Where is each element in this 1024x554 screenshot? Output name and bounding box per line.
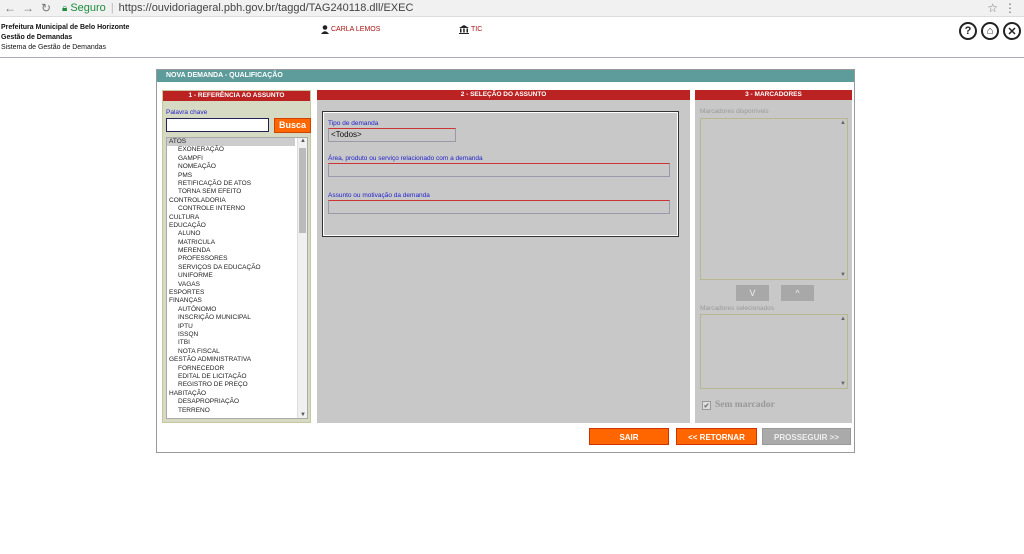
subject-selection-panel-title: 2 - SELEÇÃO DO ASSUNTO (317, 90, 690, 100)
back-button[interactable]: << RETORNAR (676, 428, 757, 445)
list-scroll-down-icon[interactable]: ▼ (840, 381, 846, 387)
tree-scroll-thumb[interactable] (299, 148, 306, 233)
search-button[interactable]: Busca (274, 118, 311, 133)
keyword-label: Palavra chave (166, 109, 208, 116)
forward-arrow-icon[interactable]: → (20, 1, 36, 15)
tree-scrollbar[interactable]: ▲ ▼ (297, 138, 307, 418)
unit-info[interactable]: TIC (459, 25, 482, 34)
selected-markers-list[interactable]: ▲ ▼ (700, 314, 848, 389)
area-label: Área, produto ou serviço relacionado com… (328, 155, 483, 162)
back-arrow-icon[interactable]: ← (2, 1, 18, 15)
add-marker-button[interactable]: V (736, 285, 769, 301)
tree-category-item[interactable]: CULTURA (167, 214, 307, 222)
tree-child-item[interactable]: EXONERAÇÃO (167, 146, 307, 154)
tree-category-item[interactable]: GESTÃO ADMINISTRATIVA (167, 356, 307, 364)
scroll-down-arrow-icon[interactable]: ▼ (298, 412, 307, 418)
tree-child-item[interactable]: AUTÔNOMO (167, 306, 307, 314)
tree-child-item[interactable]: DESAPROPRIAÇÃO (167, 398, 307, 406)
building-icon (459, 25, 469, 34)
browser-toolbar: ← → ↻ 🔒︎ Seguro | https://ouvidoriageral… (0, 0, 1024, 17)
user-name: CARLA LEMOS (331, 26, 381, 33)
available-markers-label: Marcadores disponíveis (700, 108, 769, 115)
markers-panel: 3 - MARCADORES Marcadores disponíveis ▲ … (695, 90, 852, 423)
subject-selection-panel: 2 - SELEÇÃO DO ASSUNTO Tipo de demanda <… (317, 90, 690, 423)
user-info[interactable]: CARLA LEMOS (321, 25, 380, 34)
demand-type-select[interactable]: <Todos> (328, 128, 456, 142)
tree-category-item[interactable]: EDUCAÇÃO (167, 222, 307, 230)
tree-child-item[interactable]: RETIFICAÇÃO DE ATOS (167, 180, 307, 188)
tree-child-item[interactable]: CONTROLE INTERNO (167, 205, 307, 213)
list-scroll-up-icon[interactable]: ▲ (840, 316, 846, 322)
keyword-input[interactable] (166, 118, 269, 132)
tree-category-item[interactable]: HABITAÇÃO (167, 390, 307, 398)
frame-title: NOVA DEMANDA - QUALIFICAÇÃO (157, 70, 854, 82)
reference-panel: 1 - REFERÊNCIA AO ASSUNTO Palavra chave … (162, 90, 311, 423)
tree-category-item[interactable]: FINANÇAS (167, 297, 307, 305)
url-separator: | (110, 2, 114, 14)
no-marker-label: Sem marcador (715, 400, 775, 410)
tree-child-item[interactable]: TERRENO (167, 407, 307, 415)
tree-child-item[interactable]: FORNECEDOR (167, 365, 307, 373)
list-scroll-up-icon[interactable]: ▲ (840, 120, 846, 126)
no-marker-option[interactable]: ✔ Sem marcador (702, 400, 775, 410)
bookmark-star-icon[interactable]: ☆ (987, 1, 998, 15)
header-actions: ? ⌂ ✕ (959, 22, 1021, 40)
tree-child-item[interactable]: EDITAL DE LICITAÇÃO (167, 373, 307, 381)
tree-child-item[interactable]: PMS (167, 172, 307, 180)
subject-selection-box: Tipo de demanda <Todos> Área, produto ou… (322, 111, 679, 237)
proceed-button[interactable]: PROSSEGUIR >> (762, 428, 851, 445)
app-name: Gestão de Demandas (1, 34, 73, 41)
tree-child-item[interactable]: REGISTRO DE PREÇO (167, 381, 307, 389)
tree-category-item[interactable]: ESPORTES (167, 289, 307, 297)
tree-child-item[interactable]: ALUNO (167, 230, 307, 238)
tree-child-item[interactable]: GAMPFI (167, 155, 307, 163)
no-marker-checkbox[interactable]: ✔ (702, 400, 711, 410)
tree-child-item[interactable]: NOTA FISCAL (167, 348, 307, 356)
secure-label: Seguro (70, 2, 106, 14)
subject-label: Assunto ou motivação da demanda (328, 192, 430, 199)
tree-child-item[interactable]: MATRICULA (167, 239, 307, 247)
tree-child-item[interactable]: ISSQN (167, 331, 307, 339)
address-bar[interactable]: https://ouvidoriageral.pbh.gov.br/taggd/… (119, 2, 414, 14)
app-header: Prefeitura Municipal de Belo Horizonte G… (0, 18, 1024, 58)
org-info: Prefeitura Municipal de Belo Horizonte G… (1, 23, 129, 53)
subject-tree[interactable]: ATOS EXONERAÇÃO GAMPFI NOMEAÇÃO PMS RETIFICAÇ… (166, 137, 308, 419)
tree-child-item[interactable]: PROFESSORES (167, 255, 307, 263)
unit-name: TIC (471, 26, 483, 33)
tree-child-item[interactable]: INSCRIÇÃO MUNICIPAL (167, 314, 307, 322)
markers-panel-title: 3 - MARCADORES (695, 90, 852, 100)
user-icon (321, 25, 329, 34)
area-select[interactable] (328, 163, 670, 177)
reload-icon[interactable]: ↻ (38, 1, 54, 15)
lock-icon: 🔒︎ (62, 2, 68, 14)
tree-category-item[interactable]: CONTROLADORIA (167, 197, 307, 205)
list-scroll-down-icon[interactable]: ▼ (840, 272, 846, 278)
tree-child-item[interactable]: MERENDA (167, 247, 307, 255)
remove-marker-button[interactable]: ^ (781, 285, 814, 301)
tree-child-item[interactable]: ITBI (167, 339, 307, 347)
selected-markers-label: Marcadores selecionados (700, 305, 775, 312)
tree-child-item[interactable]: NOMEAÇÃO (167, 163, 307, 171)
reference-panel-title: 1 - REFERÊNCIA AO ASSUNTO (163, 91, 310, 101)
browser-menu-icon[interactable]: ⋮ (1004, 1, 1016, 15)
exit-button[interactable]: SAIR (589, 428, 669, 445)
subject-tree-items: ATOS EXONERAÇÃO GAMPFI NOMEAÇÃO PMS RETIFICAÇ… (167, 138, 307, 415)
close-icon[interactable]: ✕ (1003, 22, 1021, 40)
tree-child-item[interactable]: TORNA SEM EFEITO (167, 188, 307, 196)
scroll-up-arrow-icon[interactable]: ▲ (298, 138, 307, 144)
tree-child-item[interactable]: VAGAS (167, 281, 307, 289)
main-frame: NOVA DEMANDA - QUALIFICAÇÃO 1 - REFERÊNC… (156, 69, 855, 453)
subject-select[interactable] (328, 200, 670, 214)
tree-child-item[interactable]: UNIFORME (167, 272, 307, 280)
help-icon[interactable]: ? (959, 22, 977, 40)
available-markers-list[interactable]: ▲ ▼ (700, 118, 848, 280)
home-icon[interactable]: ⌂ (981, 22, 999, 40)
system-name: Sistema de Gestão de Demandas (1, 44, 107, 51)
tree-child-item[interactable]: SERVIÇOS DA EDUCAÇÃO (167, 264, 307, 272)
org-name: Prefeitura Municipal de Belo Horizonte (1, 24, 130, 31)
demand-type-label: Tipo de demanda (328, 120, 379, 127)
tree-child-item[interactable]: IPTU (167, 323, 307, 331)
